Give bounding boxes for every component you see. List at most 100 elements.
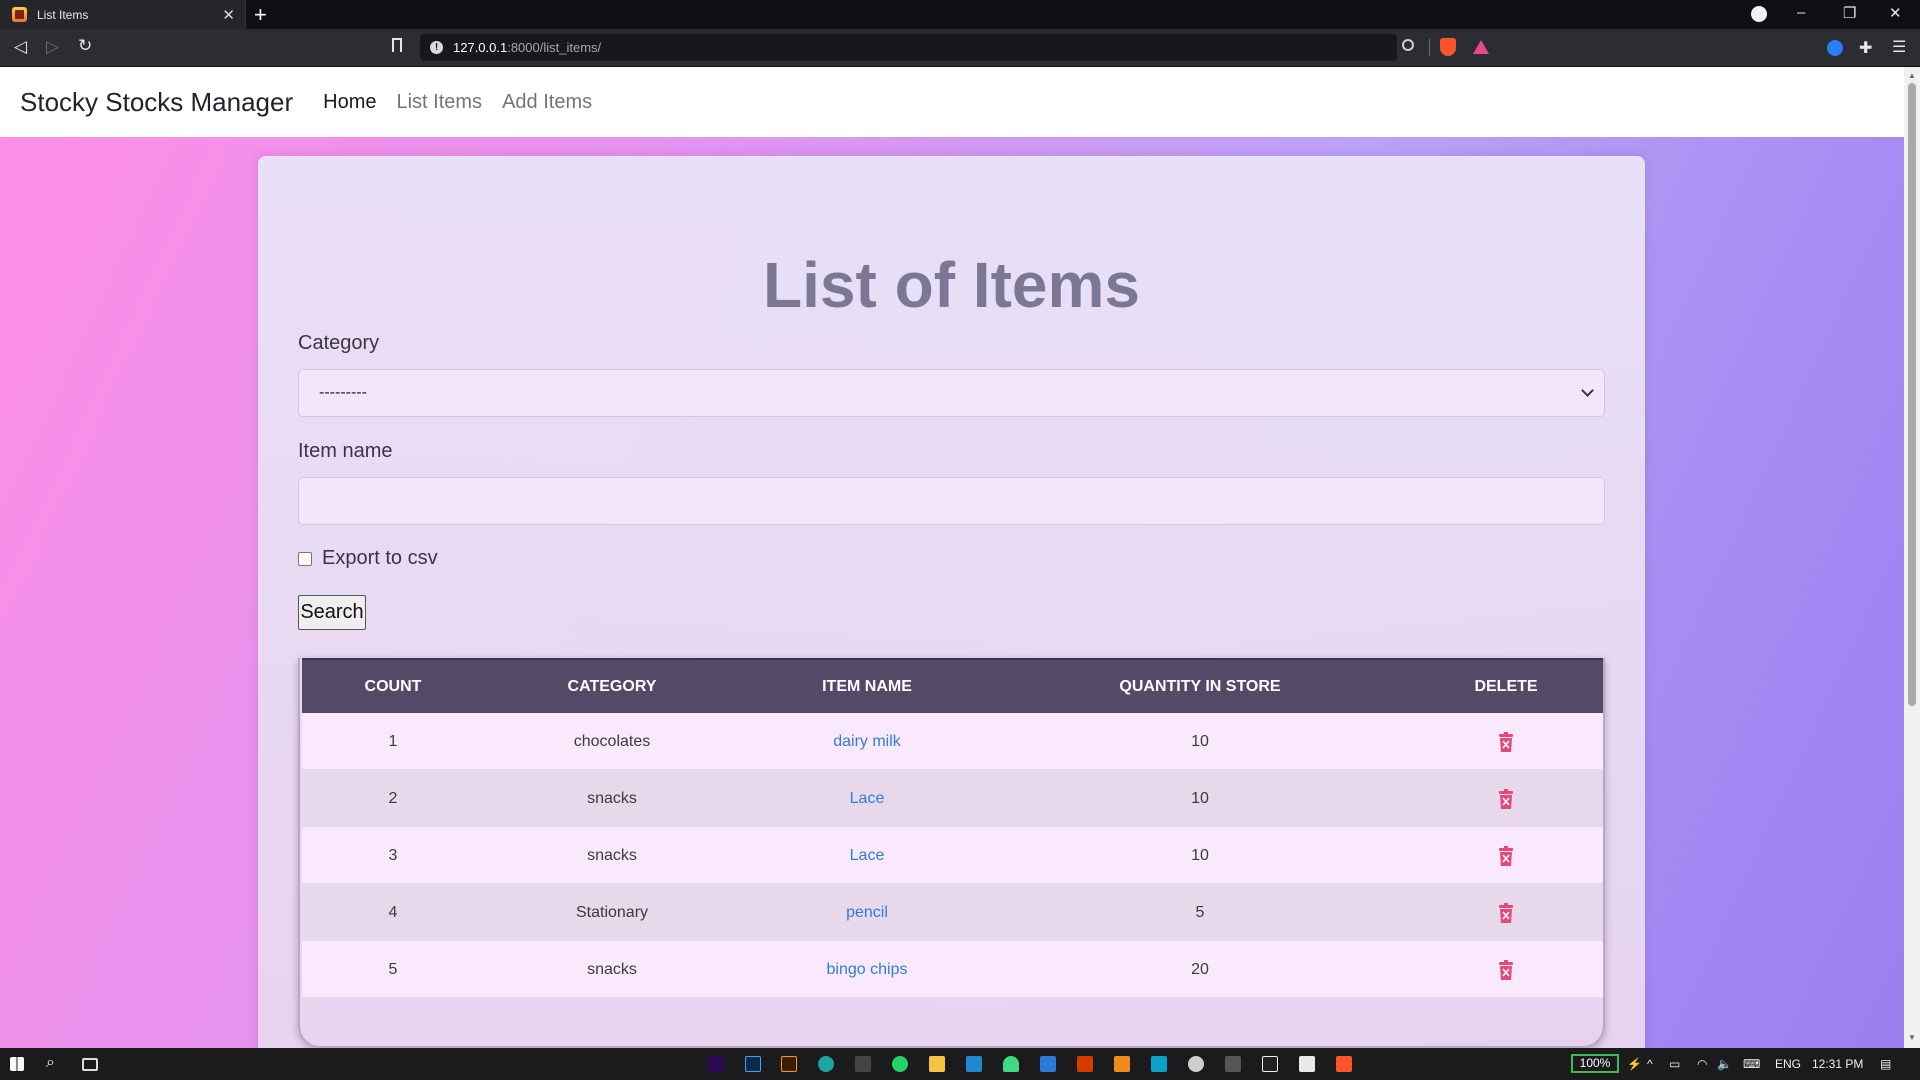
app-icon[interactable] — [1225, 1056, 1241, 1072]
delete-trash-icon[interactable] — [1498, 789, 1514, 809]
table-row: 2 snacks Lace 10 — [302, 770, 1603, 827]
cell-item-name-link[interactable]: Lace — [850, 827, 885, 884]
export-csv-label: Export to csv — [322, 547, 438, 569]
page-title: List of Items — [763, 249, 1140, 321]
col-header-count: COUNT — [364, 678, 422, 695]
category-selected-value: --------- — [319, 384, 367, 401]
terminal-icon[interactable] — [855, 1056, 871, 1072]
battery-indicator[interactable]: 100% — [1571, 1054, 1619, 1073]
bookmark-icon[interactable] — [392, 38, 402, 52]
scrollbar-thumb[interactable] — [1908, 83, 1916, 706]
brave-taskbar-icon[interactable] — [1336, 1056, 1352, 1072]
nav-link-add-items[interactable]: Add Items — [502, 91, 592, 114]
table-row: 4 Stationary pencil 5 — [302, 884, 1603, 941]
search-icon[interactable]: ⌕ — [46, 1054, 55, 1072]
battery-tray-icon[interactable]: ▭ — [1669, 1057, 1680, 1071]
charging-icon: ⚡ — [1627, 1057, 1642, 1071]
delete-trash-icon[interactable] — [1498, 846, 1514, 866]
site-navbar: Stocky Stocks Manager Home List Items Ad… — [0, 67, 1904, 137]
delete-trash-icon[interactable] — [1498, 903, 1514, 923]
delete-trash-icon[interactable] — [1498, 732, 1514, 752]
vlc-icon[interactable] — [1114, 1056, 1130, 1072]
clock[interactable]: 12:31 PM — [1812, 1057, 1863, 1071]
illustrator-icon[interactable] — [781, 1056, 797, 1072]
search-button[interactable]: Search — [298, 595, 366, 630]
cell-item-name-link[interactable]: pencil — [846, 884, 888, 941]
file-explorer-icon[interactable] — [929, 1056, 945, 1072]
cell-category: Stationary — [575, 904, 649, 921]
reload-icon[interactable]: ↻ — [78, 36, 92, 56]
edge-icon[interactable] — [818, 1056, 834, 1072]
windows-start-icon[interactable] — [10, 1057, 24, 1071]
items-table: COUNT CATEGORY ITEM NAME QUANTITY IN STO… — [298, 658, 1605, 1048]
back-icon[interactable]: ◁ — [14, 37, 27, 57]
whatsapp-icon[interactable] — [892, 1056, 908, 1072]
brave-shields-icon[interactable] — [1440, 38, 1456, 56]
volume-icon[interactable]: 🔈 — [1717, 1057, 1732, 1071]
col-header-quantity: QUANTITY IN STORE — [1119, 678, 1281, 695]
tray-expand-icon[interactable]: ^ — [1647, 1057, 1653, 1071]
item-name-label: Item name — [298, 440, 393, 462]
content-card: List of Items Category --------- Item na… — [258, 156, 1645, 1048]
extensions-puzzle-icon[interactable]: ✚ — [1859, 38, 1872, 58]
app-icon[interactable] — [1151, 1056, 1167, 1072]
restore-icon[interactable]: ❐ — [1843, 4, 1856, 22]
category-label: Category — [298, 332, 380, 354]
language-indicator[interactable]: ENG — [1775, 1057, 1801, 1071]
cell-item-name-link[interactable]: Lace — [850, 770, 885, 827]
url-host: 127.0.0.1 — [453, 40, 508, 55]
item-name-input[interactable] — [298, 477, 1605, 525]
export-csv-checkbox[interactable] — [298, 552, 312, 566]
premiere-icon[interactable] — [708, 1056, 724, 1072]
settings-gear-icon[interactable] — [1188, 1056, 1204, 1072]
col-header-item-name: ITEM NAME — [822, 678, 912, 695]
table-header: COUNT CATEGORY ITEM NAME QUANTITY IN STO… — [302, 658, 1603, 713]
wifi-icon[interactable]: ◠ — [1697, 1057, 1707, 1071]
app-icon[interactable] — [1040, 1056, 1056, 1072]
cell-item-name-link[interactable]: dairy milk — [833, 713, 901, 770]
close-window-icon[interactable]: ✕ — [1889, 4, 1902, 22]
category-select[interactable]: --------- — [298, 369, 1605, 417]
cell-quantity: 10 — [1191, 790, 1209, 807]
android-studio-icon[interactable] — [1003, 1056, 1019, 1072]
scroll-up-icon[interactable]: ▲ — [1908, 71, 1916, 80]
keyboard-icon[interactable]: ⌨ — [1743, 1057, 1760, 1071]
forward-icon[interactable]: ▷ — [46, 37, 59, 57]
app-icon[interactable] — [1262, 1056, 1278, 1072]
toolbar-divider — [1429, 39, 1430, 56]
url-path: :8000/list_items/ — [507, 40, 602, 55]
cell-count: 1 — [388, 733, 398, 750]
delete-trash-icon[interactable] — [1498, 960, 1514, 980]
close-tab-icon[interactable]: ✕ — [222, 6, 235, 24]
minimize-icon[interactable]: – — [1797, 4, 1805, 21]
page-scrollbar[interactable]: ▲ ▼ — [1904, 67, 1920, 1048]
site-info-icon[interactable]: ! — [430, 41, 443, 54]
zoom-icon[interactable] — [1402, 39, 1414, 51]
page-background: Stocky Stocks Manager Home List Items Ad… — [0, 67, 1904, 1048]
cell-quantity: 20 — [1191, 961, 1209, 978]
nav-link-list-items[interactable]: List Items — [396, 91, 482, 114]
task-view-icon[interactable] — [82, 1058, 98, 1071]
chevron-down-icon — [1581, 384, 1594, 397]
photoshop-icon[interactable] — [745, 1056, 761, 1072]
cell-quantity: 10 — [1191, 733, 1209, 750]
cell-category: chocolates — [573, 733, 651, 750]
new-tab-icon[interactable]: + — [254, 2, 267, 28]
browser-menu-icon[interactable]: ☰ — [1892, 37, 1906, 57]
brave-rewards-icon[interactable] — [1473, 40, 1489, 54]
cell-quantity: 10 — [1191, 847, 1209, 864]
notification-icon[interactable]: ▤ — [1880, 1057, 1891, 1071]
office-icon[interactable] — [1077, 1056, 1093, 1072]
nav-link-home[interactable]: Home — [323, 91, 376, 114]
address-bar[interactable]: ! 127.0.0.1:8000/list_items/ — [420, 34, 1397, 61]
vscode-icon[interactable] — [966, 1056, 982, 1072]
cell-item-name-link[interactable]: bingo chips — [827, 941, 908, 998]
cell-category: snacks — [587, 847, 637, 864]
extension-icon[interactable] — [1827, 40, 1843, 56]
windows-taskbar: ⌕ 100% ⚡ ^ ▭ ◠ 🔈 ⌨ ENG 12:31 PM ▤ — [0, 1048, 1920, 1080]
store-icon[interactable] — [1299, 1056, 1315, 1072]
browser-tab[interactable]: List Items ✕ — [0, 0, 246, 29]
profile-icon[interactable] — [1751, 6, 1767, 22]
brand-link[interactable]: Stocky Stocks Manager — [20, 87, 293, 118]
scroll-down-icon[interactable]: ▼ — [1908, 1033, 1916, 1042]
